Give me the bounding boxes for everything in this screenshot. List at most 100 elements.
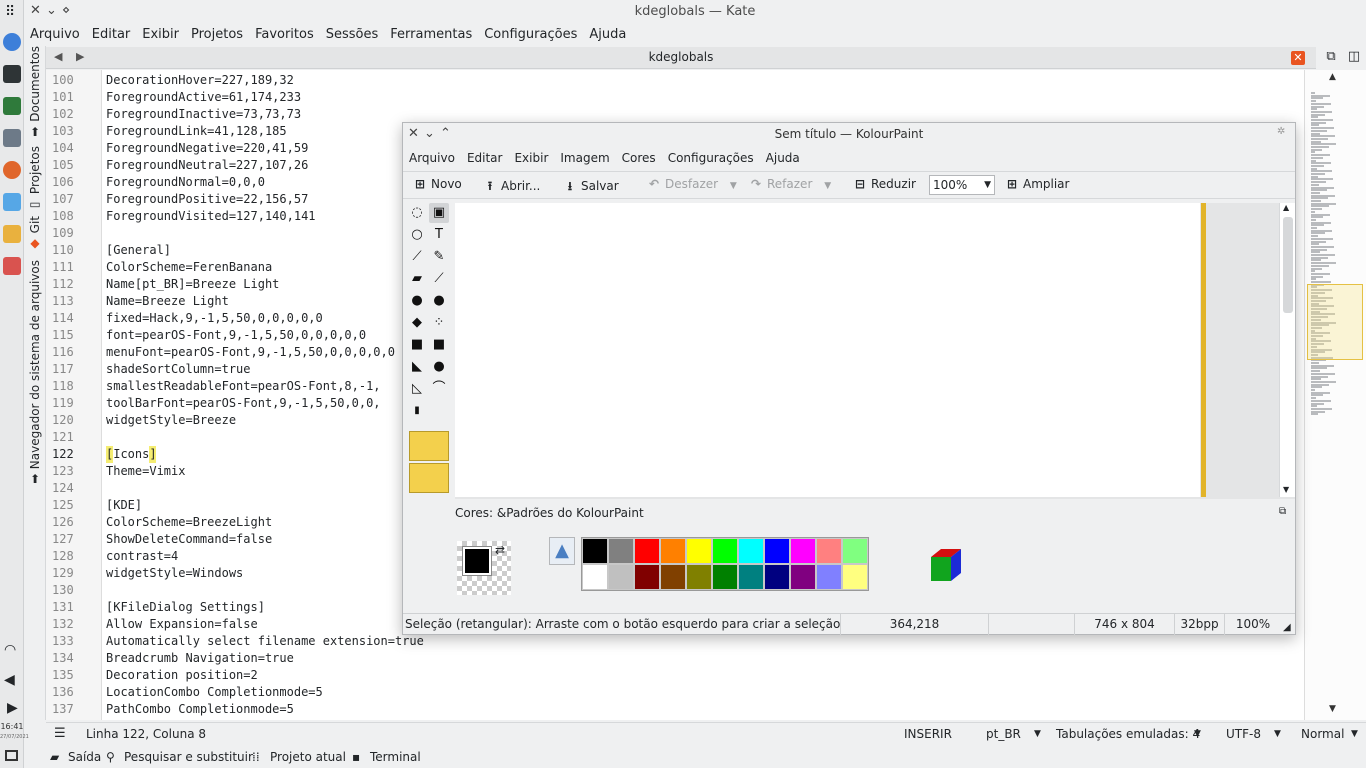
app-launcher-icon[interactable]: ⠿: [5, 4, 15, 20]
line-tool-icon[interactable]: ⟋: [407, 247, 427, 267]
color-swatch[interactable]: [686, 564, 712, 590]
color-swatch[interactable]: [712, 538, 738, 564]
rounded-rectangle-icon[interactable]: ■: [429, 335, 449, 355]
color-swatch[interactable]: [790, 564, 816, 590]
menu-imagem[interactable]: Imagem: [554, 149, 615, 167]
show-desktop-icon[interactable]: [5, 750, 18, 761]
color-swatch[interactable]: [608, 564, 634, 590]
menu-exibir[interactable]: Exibir: [508, 149, 554, 167]
tab-projetos[interactable]: Projetos ▭: [27, 146, 43, 211]
resize-grip-icon[interactable]: ◢: [1283, 618, 1291, 638]
polyline-icon[interactable]: ◺: [407, 379, 427, 399]
color-picker-icon[interactable]: ●: [429, 291, 449, 311]
scroll-down-icon[interactable]: ▼: [1283, 485, 1289, 494]
split-view-icon[interactable]: ⧉: [1323, 50, 1339, 66]
terminal-icon[interactable]: [3, 65, 21, 83]
color-swatch[interactable]: [582, 564, 608, 590]
color-swatch[interactable]: [764, 538, 790, 564]
columns-icon[interactable]: ◫: [1346, 50, 1362, 66]
menu-editar[interactable]: Editar: [461, 149, 509, 167]
tab-git[interactable]: Git ◆: [27, 216, 43, 250]
firefox-icon[interactable]: [3, 161, 21, 179]
fg-bg-color-widget[interactable]: ⇄: [457, 541, 511, 595]
terminal-tab[interactable]: Terminal: [370, 746, 421, 768]
float-panel-icon[interactable]: ⧉: [1279, 506, 1286, 517]
color-swatch[interactable]: [842, 538, 868, 564]
indentation-selector[interactable]: Tabulações emuladas: 4: [1056, 723, 1200, 745]
menu-ferramentas[interactable]: Ferramentas: [384, 26, 478, 46]
store-icon[interactable]: [3, 193, 21, 211]
color-swatch[interactable]: [686, 538, 712, 564]
color-swatch[interactable]: [582, 538, 608, 564]
color-swatch[interactable]: [634, 564, 660, 590]
opaque-selection-option[interactable]: [409, 431, 449, 461]
color-swatch[interactable]: [816, 538, 842, 564]
foreground-color[interactable]: [462, 546, 492, 576]
save-button[interactable]: ⭳ Salvar: [563, 177, 619, 198]
kolourpaint-icon[interactable]: [3, 225, 21, 243]
language-selector[interactable]: pt_BR: [986, 723, 1021, 745]
ellipse-icon[interactable]: ●: [429, 357, 449, 377]
cursor-position[interactable]: Linha 122, Coluna 8: [86, 723, 206, 745]
menu-ajuda[interactable]: Ajuda: [760, 149, 806, 167]
menu-ajuda[interactable]: Ajuda: [583, 26, 632, 46]
color-swatch[interactable]: [764, 564, 790, 590]
menu-arquivo[interactable]: Arquivo: [24, 26, 86, 46]
color-swatch[interactable]: [816, 564, 842, 590]
spraycan-icon[interactable]: ⁘: [429, 313, 449, 333]
volume-icon[interactable]: ◀: [4, 672, 15, 688]
menu-favoritos[interactable]: Favoritos: [249, 26, 320, 46]
settings-icon[interactable]: [3, 33, 21, 51]
clock[interactable]: 16:41 27/07/2021: [0, 722, 29, 742]
color-swatch[interactable]: [712, 564, 738, 590]
vertical-scrollbar[interactable]: ▲ ▼: [1279, 203, 1295, 497]
canvas-resize-handle[interactable]: [1201, 203, 1206, 497]
redo-button[interactable]: ↷ Refazer ▼: [749, 177, 831, 191]
menu-sessoes[interactable]: Sessões: [320, 26, 385, 46]
current-project-tab[interactable]: Projeto atual: [270, 746, 346, 768]
menu-editar[interactable]: Editar: [86, 26, 137, 46]
eraser-icon[interactable]: ▰: [407, 269, 427, 289]
menu-cores[interactable]: Cores: [616, 149, 662, 167]
color-swatch[interactable]: [842, 564, 868, 590]
zoom-select[interactable]: 100% ▼: [929, 175, 995, 195]
scroll-down-icon[interactable]: ▼: [1329, 704, 1336, 714]
transparent-selection-option[interactable]: [409, 463, 449, 493]
color-swatch[interactable]: [660, 564, 686, 590]
syntax-selector[interactable]: Normal: [1301, 723, 1344, 745]
text-tool-icon[interactable]: T: [429, 225, 449, 245]
folder-icon[interactable]: [3, 129, 21, 147]
color-swatch[interactable]: [634, 538, 660, 564]
wifi-icon[interactable]: ◠: [4, 642, 16, 658]
menu-configuracoes[interactable]: Configurações: [662, 149, 760, 167]
color-swatch[interactable]: [660, 538, 686, 564]
scroll-up-icon[interactable]: ▲: [1329, 72, 1336, 82]
tab-navegador[interactable]: Navegador do sistema de arquivos ⬆: [27, 260, 43, 486]
zoom-tool-icon[interactable]: ▮: [407, 401, 427, 421]
drawing-canvas[interactable]: [455, 203, 1200, 497]
swap-colors-icon[interactable]: ⇄: [495, 543, 505, 557]
tab-documentos[interactable]: Documentos ⬆: [27, 46, 43, 139]
menu-lines-icon[interactable]: ☰: [54, 723, 66, 745]
menu-projetos[interactable]: Projetos: [185, 26, 249, 46]
new-button[interactable]: ⊞ Novo: [413, 177, 462, 191]
pen-tool-icon[interactable]: ✎: [429, 247, 449, 267]
scroll-up-icon[interactable]: ▲: [1283, 203, 1289, 212]
color-swatch[interactable]: [608, 538, 634, 564]
color-swatch[interactable]: [790, 538, 816, 564]
menu-exibir[interactable]: Exibir: [136, 26, 185, 46]
document-icon[interactable]: [3, 257, 21, 275]
open-button[interactable]: ⭱ Abrir...: [483, 177, 540, 198]
color-eraser-icon[interactable]: ◆: [407, 313, 427, 333]
rectangle-icon[interactable]: ■: [407, 335, 427, 355]
fill-icon[interactable]: ●: [407, 291, 427, 311]
curve-icon[interactable]: ⌒: [429, 379, 449, 399]
document-tab[interactable]: kdeglobals: [46, 50, 1316, 64]
encoding-selector[interactable]: UTF-8: [1226, 723, 1261, 745]
rect-select-icon[interactable]: ▣: [429, 203, 449, 223]
polygon-icon[interactable]: ◣: [407, 357, 427, 377]
ellipse-select-icon[interactable]: ○: [407, 225, 427, 245]
input-mode[interactable]: INSERIR: [904, 723, 952, 745]
zoom-in-button[interactable]: ⊞ Ampliar: [1005, 177, 1070, 191]
free-select-icon[interactable]: ◌: [407, 203, 427, 223]
